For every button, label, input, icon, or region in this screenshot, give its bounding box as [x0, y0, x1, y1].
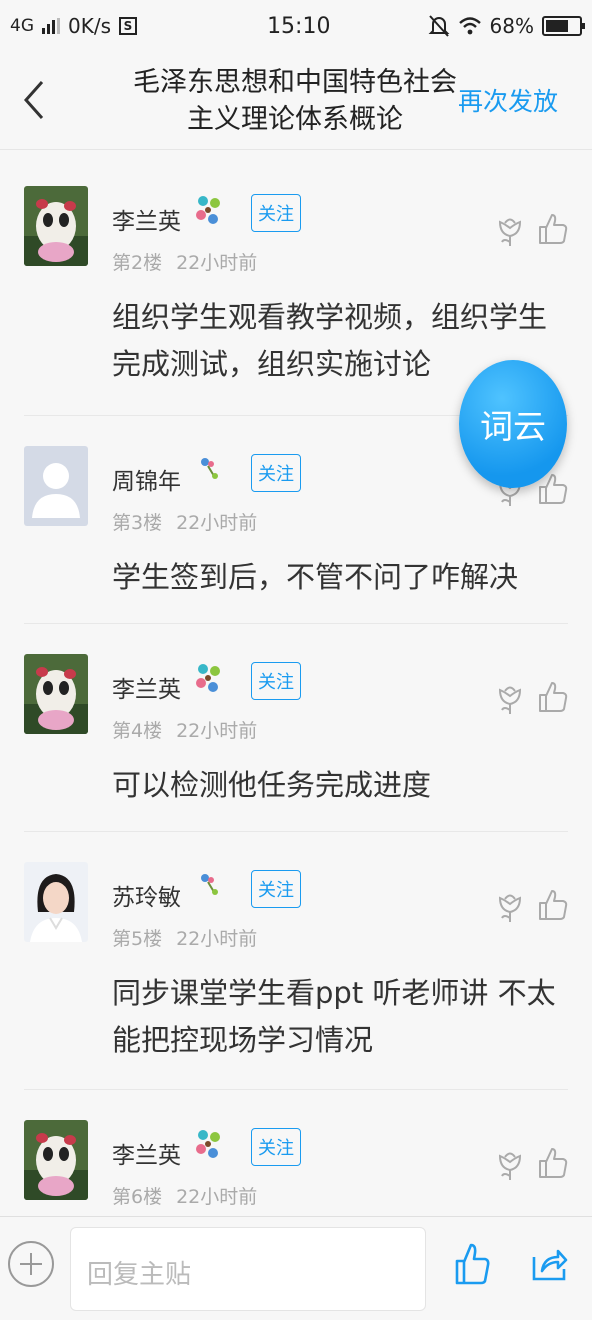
like-icon[interactable]: [538, 1146, 568, 1180]
follow-button[interactable]: 关注: [251, 454, 301, 492]
clock: 15:10: [267, 13, 331, 39]
avatar[interactable]: [24, 446, 88, 526]
floor-number: 第2楼: [112, 252, 163, 274]
reply-list: 李兰英 关注 第2楼 22小时前 组织学生观看教学视频，组织学生完成测试，组织实施讨论周…: [0, 156, 592, 1216]
floor-number: 第5楼: [112, 928, 163, 950]
share-icon[interactable]: [530, 1243, 568, 1283]
send-flower-icon[interactable]: [496, 890, 524, 924]
battery-percent: 68%: [489, 14, 534, 38]
floor-number: 第3楼: [112, 512, 163, 534]
single-flower-icon: [196, 454, 226, 488]
post-content: 同步课堂学生看ppt 听老师讲 不太能把控现场学习情况: [112, 976, 556, 1057]
signal-icon: [42, 18, 60, 34]
flower-cluster-icon: [194, 1128, 224, 1162]
post-meta: 第3楼 22小时前: [112, 508, 257, 535]
bottom-bar: 回复主贴: [0, 1216, 592, 1320]
navigation-bar: 毛泽东思想和中国特色社会主义理论体系概论 再次发放: [0, 52, 592, 150]
thumbs-up-icon[interactable]: [454, 1241, 490, 1287]
avatar[interactable]: [24, 862, 88, 942]
post-meta: 第6楼 22小时前: [112, 1182, 257, 1209]
battery-icon: [542, 16, 585, 36]
post-time: 22小时前: [176, 928, 258, 950]
like-icon[interactable]: [538, 888, 568, 922]
author-name[interactable]: 苏玲敏: [112, 878, 181, 912]
floor-number: 第6楼: [112, 1186, 163, 1208]
avatar[interactable]: [24, 1120, 88, 1200]
reissue-button[interactable]: 再次发放: [458, 82, 558, 118]
like-icon[interactable]: [538, 680, 568, 714]
floor-number: 第4楼: [112, 720, 163, 742]
single-flower-icon: [196, 870, 226, 904]
send-flower-icon[interactable]: [496, 1148, 524, 1182]
send-flower-icon[interactable]: [496, 214, 524, 248]
mute-bell-icon: [428, 15, 449, 37]
post-content: 可以检测他任务完成进度: [112, 768, 432, 802]
network-type: 4G: [10, 16, 34, 36]
send-flower-icon[interactable]: [496, 682, 524, 716]
post-meta: 第4楼 22小时前: [112, 716, 257, 743]
reply-post[interactable]: 李兰英 关注第6楼 22小时前: [24, 1090, 568, 1216]
flower-cluster-icon: [194, 662, 224, 696]
word-cloud-button[interactable]: 词云: [459, 360, 567, 488]
network-speed: 0K/s: [68, 14, 111, 38]
wifi-icon: [458, 17, 481, 35]
back-chevron-icon[interactable]: [18, 78, 52, 122]
author-name[interactable]: 周锦年: [112, 462, 181, 496]
author-name[interactable]: 李兰英: [112, 202, 181, 236]
follow-button[interactable]: 关注: [251, 870, 301, 908]
author-name[interactable]: 李兰英: [112, 1136, 181, 1170]
follow-button[interactable]: 关注: [251, 1128, 301, 1166]
post-meta: 第5楼 22小时前: [112, 924, 257, 951]
flower-cluster-icon: [194, 194, 224, 228]
post-meta: 第2楼 22小时前: [112, 248, 257, 275]
reply-input[interactable]: 回复主贴: [70, 1227, 426, 1311]
reply-post[interactable]: 苏玲敏 关注第5楼 22小时前同步课堂学生看ppt 听老师讲 不太能把控现场学习情况: [24, 832, 568, 1090]
author-name[interactable]: 李兰英: [112, 670, 181, 704]
post-time: 22小时前: [176, 512, 258, 534]
follow-button[interactable]: 关注: [251, 662, 301, 700]
post-content: 学生签到后，不管不问了咋解决: [112, 560, 519, 594]
page-title: 毛泽东思想和中国特色社会主义理论体系概论: [133, 67, 457, 135]
post-time: 22小时前: [176, 720, 258, 742]
post-time: 22小时前: [176, 1186, 258, 1208]
post-time: 22小时前: [176, 252, 258, 274]
like-icon[interactable]: [538, 212, 568, 246]
sync-icon: S: [119, 17, 137, 35]
avatar[interactable]: [24, 186, 88, 266]
status-bar: 4G 0K/s S 15:10 68%: [0, 0, 592, 52]
reply-post[interactable]: 李兰英 关注第4楼 22小时前可以检测他任务完成进度: [24, 624, 568, 832]
add-icon[interactable]: [8, 1241, 54, 1287]
avatar[interactable]: [24, 654, 88, 734]
follow-button[interactable]: 关注: [251, 194, 301, 232]
